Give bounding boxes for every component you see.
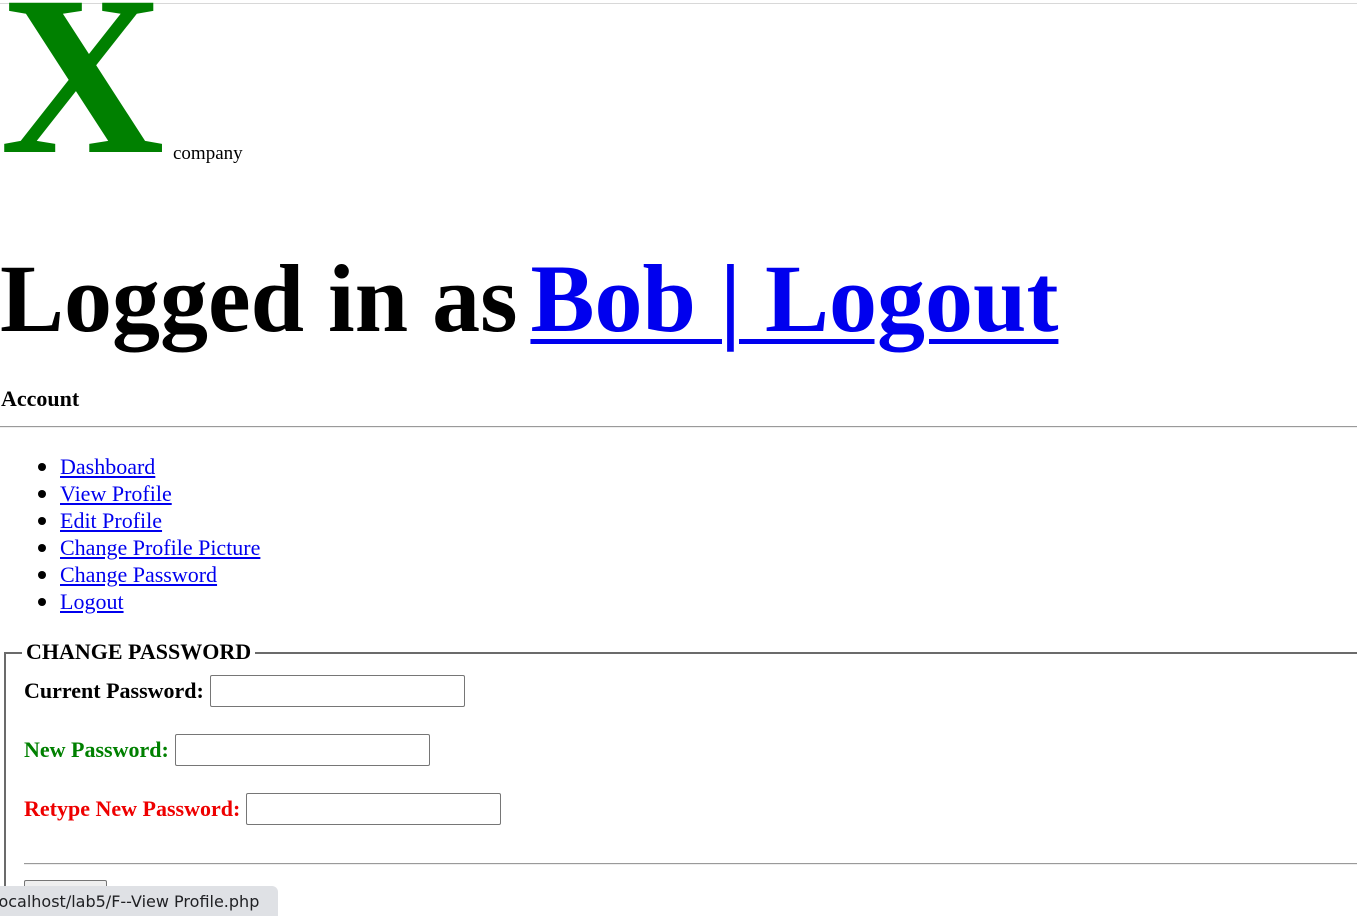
new-password-label: New Password: bbox=[24, 737, 169, 762]
retype-password-input[interactable] bbox=[246, 793, 502, 825]
logo-subtext: company bbox=[173, 143, 243, 164]
page: X company Logged in as Bob | Logout Accou… bbox=[0, 0, 1357, 916]
nav-item-edit-profile: Edit Profile bbox=[37, 507, 260, 534]
change-profile-picture-link[interactable]: Change Profile Picture bbox=[60, 535, 260, 560]
logout-link[interactable]: Logout bbox=[60, 589, 124, 614]
account-heading: Account bbox=[1, 386, 80, 411]
form-divider bbox=[24, 863, 1357, 865]
retype-password-row: Retype New Password: bbox=[24, 793, 502, 825]
current-password-row: Current Password: bbox=[24, 675, 465, 707]
change-password-legend: CHANGE PASSWORD bbox=[22, 639, 256, 665]
retype-password-label: Retype New Password: bbox=[24, 796, 241, 821]
new-password-input[interactable] bbox=[174, 734, 430, 766]
edit-profile-link[interactable]: Edit Profile bbox=[60, 508, 162, 533]
logged-in-heading: Logged in as Bob | Logout bbox=[0, 246, 1058, 352]
change-password-link[interactable]: Change Password bbox=[60, 562, 217, 587]
current-password-label: Current Password: bbox=[24, 678, 204, 703]
nav-item-change-password: Change Password bbox=[37, 561, 260, 588]
nav-item-change-picture: Change Profile Picture bbox=[37, 534, 260, 561]
dashboard-link[interactable]: Dashboard bbox=[60, 454, 155, 479]
nav-item-dashboard: Dashboard bbox=[37, 453, 260, 480]
user-logout-link[interactable]: Bob | Logout bbox=[530, 245, 1058, 352]
current-password-input[interactable] bbox=[209, 675, 465, 707]
nav-item-view-profile: View Profile bbox=[37, 480, 260, 507]
view-profile-link[interactable]: View Profile bbox=[60, 481, 172, 506]
nav-item-logout: Logout bbox=[37, 588, 260, 615]
status-url: localhost/lab5/F--View Profile.php bbox=[0, 892, 260, 911]
account-nav: Dashboard View Profile Edit Profile Chan… bbox=[0, 453, 260, 615]
browser-status-bar: localhost/lab5/F--View Profile.php bbox=[0, 886, 278, 916]
logo-letter: X bbox=[0, 0, 165, 202]
logged-in-prefix: Logged in as bbox=[0, 245, 518, 352]
new-password-row: New Password: bbox=[24, 734, 430, 766]
account-divider bbox=[0, 426, 1357, 428]
company-logo: X company bbox=[0, 0, 300, 190]
